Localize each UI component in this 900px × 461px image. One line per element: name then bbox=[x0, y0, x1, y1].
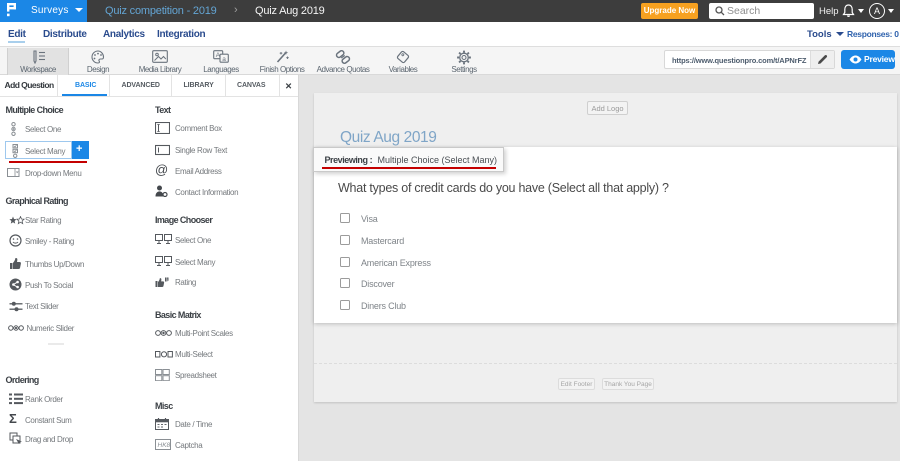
svg-text:HK8: HK8 bbox=[158, 442, 171, 449]
svg-text:A: A bbox=[216, 52, 221, 59]
svg-text:a: a bbox=[222, 56, 226, 63]
